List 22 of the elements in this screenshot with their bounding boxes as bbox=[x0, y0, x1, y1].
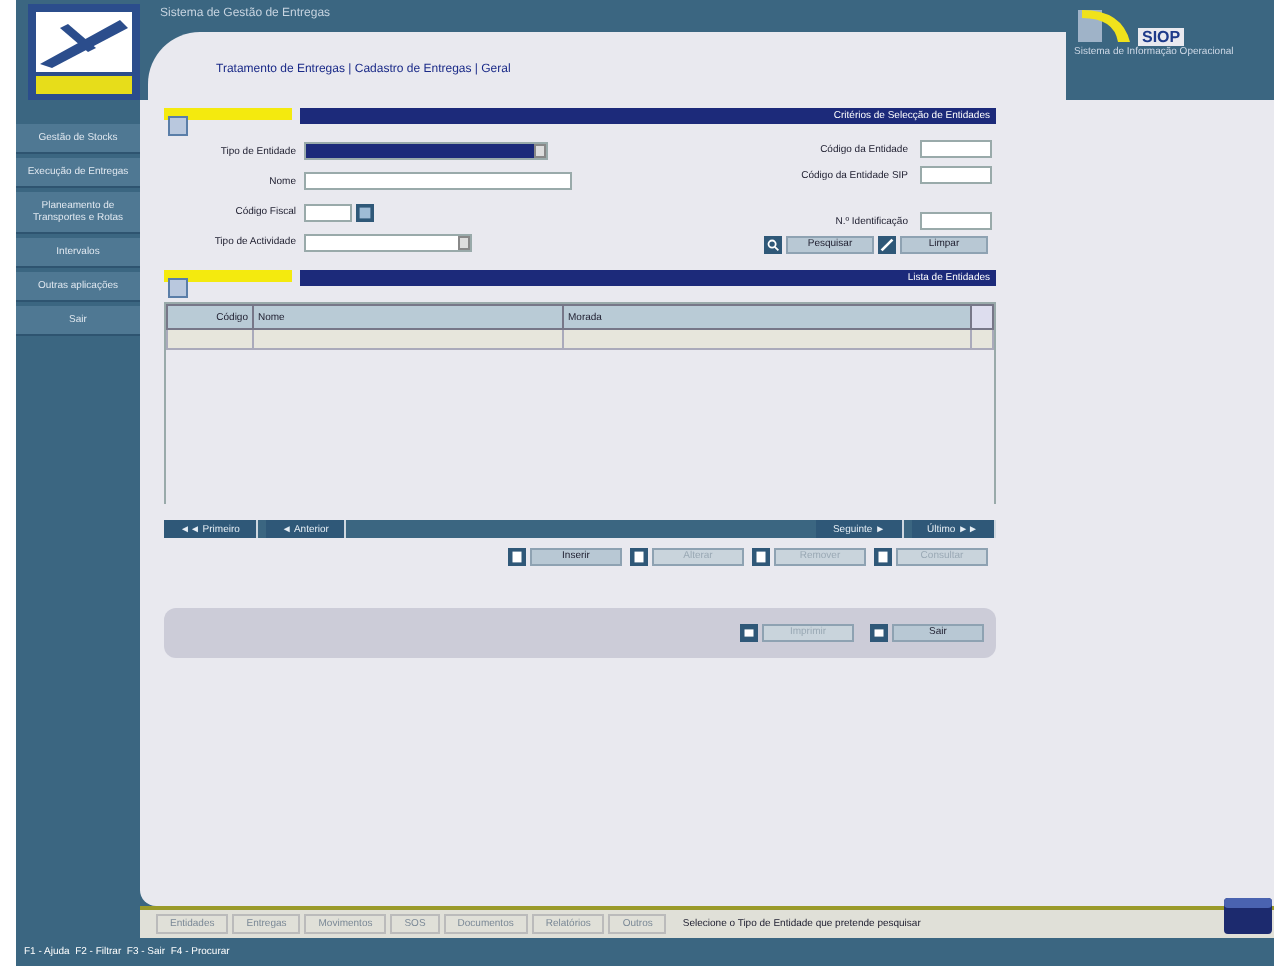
window-block-icon bbox=[1222, 894, 1274, 938]
input-field[interactable] bbox=[304, 203, 352, 222]
input-field[interactable] bbox=[920, 212, 992, 230]
brand-name: SIOP bbox=[1138, 28, 1185, 46]
table-row[interactable] bbox=[167, 329, 993, 349]
document-icon bbox=[630, 548, 648, 566]
dropdown[interactable] bbox=[304, 142, 548, 161]
list-icon bbox=[168, 278, 188, 298]
eraser-icon bbox=[878, 236, 896, 254]
plane-logo-icon bbox=[28, 4, 140, 100]
arc-logo-icon bbox=[1074, 6, 1134, 46]
lookup-icon bbox=[356, 203, 374, 222]
printer-icon bbox=[740, 624, 758, 642]
document-icon bbox=[508, 548, 526, 566]
input-field[interactable] bbox=[920, 140, 992, 158]
search-icon bbox=[764, 236, 782, 254]
form-icon bbox=[168, 116, 188, 136]
exit-icon bbox=[870, 624, 888, 642]
input-field[interactable] bbox=[304, 172, 572, 191]
input-field[interactable] bbox=[920, 166, 992, 184]
document-icon bbox=[752, 548, 770, 566]
document-icon bbox=[874, 548, 892, 566]
